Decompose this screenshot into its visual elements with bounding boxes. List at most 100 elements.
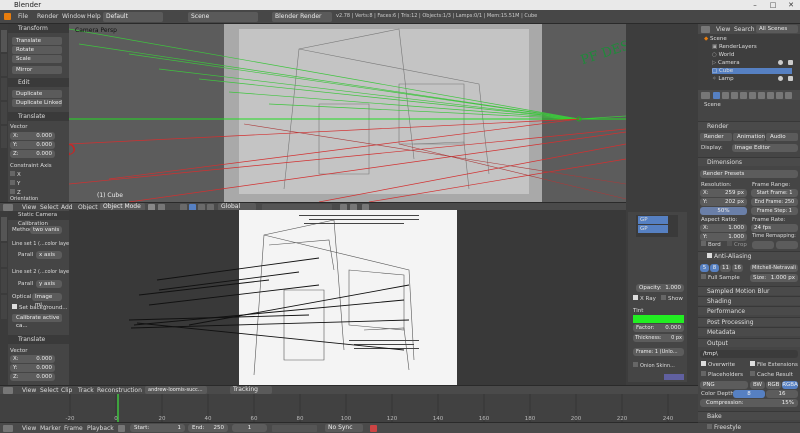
timeline[interactable]: -20020406080100120140160180200220240260 (0, 394, 698, 422)
tab-relations[interactable] (1, 78, 7, 100)
color-rgb[interactable]: RGB (766, 381, 781, 389)
aspect-x-field[interactable]: X: 1.000 (700, 224, 747, 232)
metadata-panel-header[interactable]: Metadata (698, 327, 800, 336)
outliner-item-lamp[interactable]: ✧ Lamp (712, 76, 734, 82)
timeline-editor-type-icon[interactable] (3, 425, 13, 432)
set-background-checkbox[interactable]: Set background... (12, 304, 68, 312)
close-icon[interactable]: ✕ (782, 0, 800, 10)
menu-select[interactable]: Select (40, 204, 59, 211)
outliner-item-camera[interactable]: ▷ Camera (712, 60, 740, 66)
clip-menu-reconstruction[interactable]: Reconstruction (97, 387, 142, 394)
aa-8[interactable]: 8 (710, 264, 719, 272)
tab-clip-grease-pencil[interactable] (1, 243, 7, 267)
aspect-y-field[interactable]: Y: 1.000 (700, 233, 747, 241)
bake-panel-header[interactable]: Bake (698, 411, 800, 420)
menu-file[interactable]: File (18, 13, 28, 20)
keyframe-icon[interactable] (118, 425, 125, 432)
gp-tint-swatch[interactable] (633, 315, 684, 323)
movie-clip-editor[interactable] (69, 210, 626, 385)
info-editor-icon[interactable] (4, 13, 11, 20)
3d-viewport[interactable]: Camera Persp (1) Cube PF DESSIN PF 3D (69, 24, 626, 202)
optical-selector[interactable]: Image mi... (32, 293, 62, 308)
gp-opacity-field[interactable]: Opacity: 1.000 (636, 284, 684, 292)
outliner-item-world[interactable]: ○ World (712, 52, 734, 58)
gp-show-checkbox[interactable]: Show (661, 295, 683, 303)
render-presets-selector[interactable]: Render Presets (700, 170, 798, 178)
post-processing-panel-header[interactable]: Post Processing (698, 317, 800, 326)
clip-vector-y-field[interactable]: Y: 0.000 (10, 364, 55, 372)
performance-panel-header[interactable]: Performance (698, 306, 800, 315)
audio-button[interactable]: Audio (766, 133, 798, 141)
frame-rate-selector[interactable]: 24 fps (751, 224, 798, 232)
static-calibration-header[interactable]: Static Camera Calibration (8, 211, 69, 227)
gp-onion-checkbox[interactable]: Onion Skinn... (633, 362, 675, 370)
cache-result-checkbox[interactable]: Cache Result (750, 371, 793, 379)
placeholders-checkbox[interactable]: Placeholders (701, 371, 743, 379)
resolution-x-field[interactable]: X: 259 px (700, 189, 747, 197)
vector-z-field[interactable]: Z: 0.000 (10, 150, 55, 158)
overwrite-checkbox[interactable]: Overwrite (701, 361, 735, 369)
resolution-y-field[interactable]: Y: 202 px (700, 198, 747, 206)
method-selector[interactable]: two vanis (30, 226, 62, 234)
anti-aliasing-panel-header[interactable]: Anti-Aliasing (698, 251, 800, 260)
format-selector[interactable]: PNG (700, 381, 748, 389)
color-rgba[interactable]: RGBA (782, 381, 798, 389)
aa-5[interactable]: 5 (700, 264, 709, 272)
outliner-item-renderlayers[interactable]: ▣ RenderLayers (712, 44, 757, 50)
clip-menu-track[interactable]: Track (78, 387, 94, 394)
camera-visibility-icon[interactable] (778, 60, 783, 65)
maximize-icon[interactable]: □ (764, 0, 782, 10)
outliner-item-cube[interactable]: ▢ Cube (712, 68, 792, 74)
menu-help[interactable]: Help (87, 13, 101, 20)
menu-view[interactable]: View (22, 204, 36, 211)
record-icon[interactable] (370, 425, 377, 432)
end-frame-field[interactable]: End: 250 (188, 424, 228, 432)
layout-selector[interactable]: Default (103, 12, 163, 22)
vector-y-field[interactable]: Y: 0.000 (10, 141, 55, 149)
output-panel-header[interactable]: Output (698, 338, 800, 347)
timeline-menu-view[interactable]: View (22, 425, 36, 432)
gp-xray-checkbox[interactable]: X Ray (633, 295, 656, 303)
tab-solve[interactable] (1, 269, 7, 293)
full-sample-checkbox[interactable]: Full Sample (701, 274, 740, 282)
color-depth-8[interactable]: 8 (733, 390, 765, 398)
render-engine-selector[interactable]: Blender Render (272, 12, 332, 22)
menu-window[interactable]: Window (62, 13, 86, 20)
timeline-menu-frame[interactable]: Frame (64, 425, 83, 432)
motion-blur-panel-header[interactable]: Sampled Motion Blur (698, 286, 800, 295)
world-context-icon[interactable] (740, 92, 747, 99)
camera-render-icon[interactable] (788, 60, 793, 65)
gp-factor-field[interactable]: Factor: 0.000 (633, 324, 684, 332)
crop-checkbox[interactable]: Crop (727, 241, 747, 249)
clip-vector-z-field[interactable]: Z: 0.000 (10, 373, 55, 381)
render-layers-context-icon[interactable] (722, 92, 729, 99)
clip-selector[interactable]: andrew-loomis-succ... (145, 386, 207, 394)
outliner-display-mode[interactable]: All Scenes (756, 25, 798, 33)
gp-onion-color[interactable] (664, 374, 684, 380)
tab-tools[interactable] (1, 30, 7, 52)
gp-layer-2[interactable]: GP (638, 225, 668, 233)
aa-filter-selector[interactable]: Mitchell-Netravali (750, 264, 798, 272)
timeline-menu-marker[interactable]: Marker (40, 425, 61, 432)
aa-11[interactable]: 11 (720, 264, 731, 272)
scene-context-icon[interactable] (731, 92, 738, 99)
shading-panel-header[interactable]: Shading (698, 296, 800, 305)
start-frame-prop[interactable]: Start Frame: 1 (751, 189, 798, 197)
clip-vector-x-field[interactable]: X: 0.000 (10, 355, 55, 363)
scene-selector[interactable]: Scene (188, 12, 258, 22)
tab-clip-tools[interactable] (1, 217, 7, 241)
edit-panel-header[interactable]: Edit (8, 78, 69, 87)
outliner-menu-search[interactable]: Search (734, 26, 755, 33)
clip-menu-clip[interactable]: Clip (61, 387, 72, 394)
tracking-mode-selector[interactable]: Tracking (230, 386, 272, 394)
scale-button[interactable]: Scale (12, 55, 62, 63)
end-frame-prop[interactable]: End Frame: 250 (751, 198, 798, 206)
output-path-field[interactable]: /tmp\ (700, 350, 798, 358)
clip-menu-select[interactable]: Select (40, 387, 59, 394)
border-checkbox[interactable]: Bord (701, 241, 721, 249)
mirror-button[interactable]: Mirror (12, 66, 62, 74)
duplicate-linked-button[interactable]: Duplicate Linked (12, 99, 62, 107)
lamp-visibility-icon[interactable] (778, 76, 783, 81)
compression-field[interactable]: Compression: 15% (700, 399, 798, 407)
render-panel-header[interactable]: Render (698, 121, 800, 130)
